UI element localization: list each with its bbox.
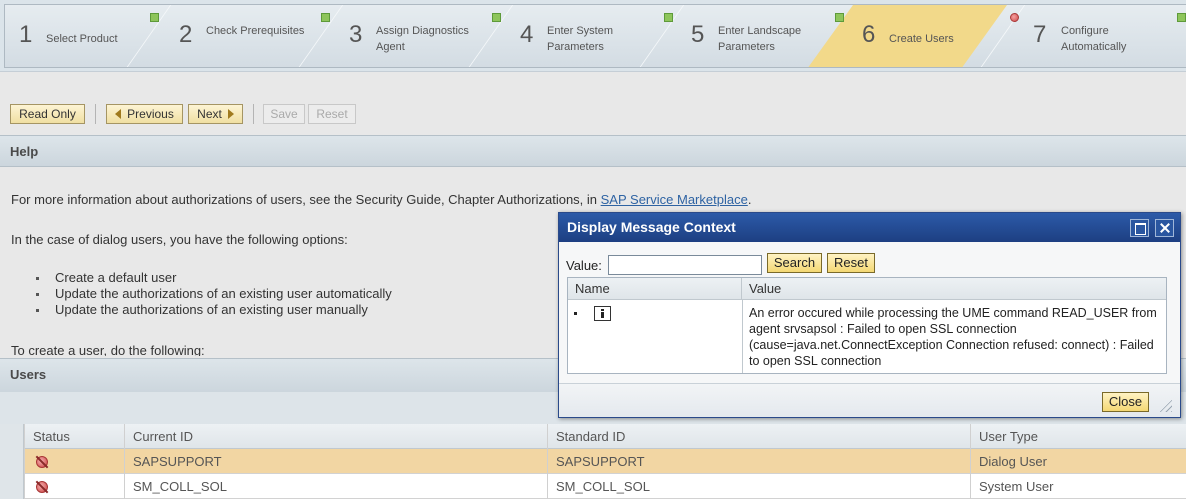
display-message-context-dialog: Display Message Context Value: Search Re… — [558, 212, 1181, 418]
table-row[interactable]: SM_COLL_SOL SM_COLL_SOL System User — [0, 474, 1186, 499]
toolbar: Read Only Previous Next Save Reset — [0, 96, 1186, 132]
roadmap-step-4[interactable]: 4 Enter System Parameters — [492, 5, 687, 67]
next-button[interactable]: Next — [188, 104, 243, 124]
step-ok-indicator-icon — [664, 13, 673, 22]
row-selector[interactable] — [0, 449, 24, 474]
message-context-row[interactable]: An error occured while processing the UM… — [568, 300, 1166, 373]
step-number: 2 — [179, 21, 193, 48]
step-label: Configure Automatically — [1061, 25, 1127, 53]
arrow-right-icon — [227, 109, 234, 119]
help-section-header: Help — [0, 135, 1186, 167]
step-label: Select Product — [46, 33, 118, 45]
step-number: 1 — [19, 21, 33, 48]
close-button[interactable]: Close — [1102, 392, 1149, 412]
close-icon[interactable] — [1155, 219, 1174, 237]
users-table-header: Status Current ID Standard ID User Type — [0, 424, 1186, 449]
dialog-title: Display Message Context — [567, 219, 736, 235]
help-text-period: . — [747, 192, 752, 207]
help-option: Create a default user — [36, 270, 392, 286]
toolbar-divider — [95, 104, 96, 124]
row-selector[interactable] — [0, 474, 24, 499]
message-context-table: Name Value An error occured while proces… — [567, 277, 1167, 374]
save-button[interactable]: Save — [263, 104, 305, 124]
maximize-icon[interactable] — [1130, 219, 1149, 237]
standard-id-cell: SM_COLL_SOL — [547, 474, 970, 499]
read-only-button[interactable]: Read Only — [10, 104, 85, 124]
help-line-dialog-users: In the case of dialog users, you have th… — [11, 232, 348, 247]
help-options-list: Create a default user Update the authori… — [36, 270, 392, 318]
step-number: 7 — [1033, 21, 1047, 48]
user-type-cell: Dialog User — [970, 449, 1186, 474]
step-number: 4 — [520, 21, 534, 48]
error-message-text: An error occured while processing the UM… — [749, 306, 1157, 368]
column-divider — [742, 300, 743, 373]
user-type-cell: System User — [970, 474, 1186, 499]
dialog-title-bar[interactable]: Display Message Context — [559, 213, 1180, 242]
roadmap-step-3[interactable]: 3 Assign Diagnostics Agent — [321, 5, 516, 67]
dialog-reset-button[interactable]: Reset — [827, 253, 875, 273]
step-number: 6 — [862, 21, 876, 48]
column-header-standard-id[interactable]: Standard ID — [547, 424, 970, 449]
status-cell — [24, 474, 124, 499]
previous-button[interactable]: Previous — [106, 104, 183, 124]
arrow-left-icon — [115, 109, 122, 119]
help-option: Update the authorizations of an existing… — [36, 286, 392, 302]
step-label: Enter System Parameters — [547, 25, 614, 53]
next-button-label: Next — [197, 107, 222, 121]
help-text: For more information about authorization… — [11, 192, 601, 207]
search-button[interactable]: Search — [767, 253, 822, 273]
step-error-indicator-icon — [1010, 13, 1019, 22]
step-label: Check Prerequisites — [206, 25, 305, 37]
toolbar-divider — [253, 104, 254, 124]
table-row[interactable]: SAPSUPPORT SAPSUPPORT Dialog User — [0, 449, 1186, 474]
step-label: Create Users — [889, 33, 954, 45]
sap-service-marketplace-link[interactable]: SAP Service Marketplace — [601, 192, 748, 207]
step-ok-indicator-icon — [321, 13, 330, 22]
roadmap: 1 Select Product 2 Check Prerequisites 3… — [0, 0, 1186, 72]
current-id-cell: SM_COLL_SOL — [124, 474, 547, 499]
column-header-current-id[interactable]: Current ID — [124, 424, 547, 449]
value-search-input[interactable] — [608, 255, 762, 275]
message-context-table-header: Name Value — [568, 278, 1166, 300]
roadmap-step-7[interactable]: 7 Configure Automatically — [1010, 5, 1186, 67]
roadmap-step-5[interactable]: 5 Enter Landscape Parameters — [664, 5, 857, 67]
info-icon[interactable] — [594, 306, 611, 321]
help-option: Update the authorizations of an existing… — [36, 302, 392, 318]
resize-grip-icon[interactable] — [1158, 398, 1172, 412]
previous-button-label: Previous — [127, 107, 174, 121]
current-id-cell: SAPSUPPORT — [124, 449, 547, 474]
dialog-footer: Close — [559, 383, 1180, 417]
status-error-icon — [36, 481, 48, 493]
status-cell — [24, 449, 124, 474]
help-line-create-user: To create a user, do the following: — [11, 343, 205, 356]
step-ok-indicator-icon — [1177, 13, 1186, 22]
status-error-icon — [36, 456, 48, 468]
step-ok-indicator-icon — [492, 13, 501, 22]
step-ok-indicator-icon — [835, 13, 844, 22]
step-number: 3 — [349, 21, 363, 48]
reset-button[interactable]: Reset — [308, 104, 356, 124]
column-header-user-type[interactable]: User Type — [970, 424, 1186, 449]
roadmap-step-2[interactable]: 2 Check Prerequisites — [150, 5, 346, 67]
bullet-icon — [574, 312, 577, 315]
step-ok-indicator-icon — [150, 13, 159, 22]
users-table: Status Current ID Standard ID User Type … — [0, 424, 1186, 499]
column-header-name[interactable]: Name — [568, 278, 742, 300]
standard-id-cell: SAPSUPPORT — [547, 449, 970, 474]
help-line-authorizations: For more information about authorization… — [11, 192, 751, 207]
select-all-cell[interactable] — [0, 424, 24, 449]
roadmap-bar: 1 Select Product 2 Check Prerequisites 3… — [4, 4, 1186, 68]
step-label: Enter Landscape Parameters — [718, 25, 802, 53]
step-label: Assign Diagnostics Agent — [376, 25, 469, 53]
value-label: Value: — [566, 258, 602, 273]
column-header-value[interactable]: Value — [742, 278, 1166, 300]
roadmap-step-6-active[interactable]: 6 Create Users — [835, 5, 1028, 67]
column-header-status[interactable]: Status — [24, 424, 124, 449]
step-number: 5 — [691, 21, 705, 48]
